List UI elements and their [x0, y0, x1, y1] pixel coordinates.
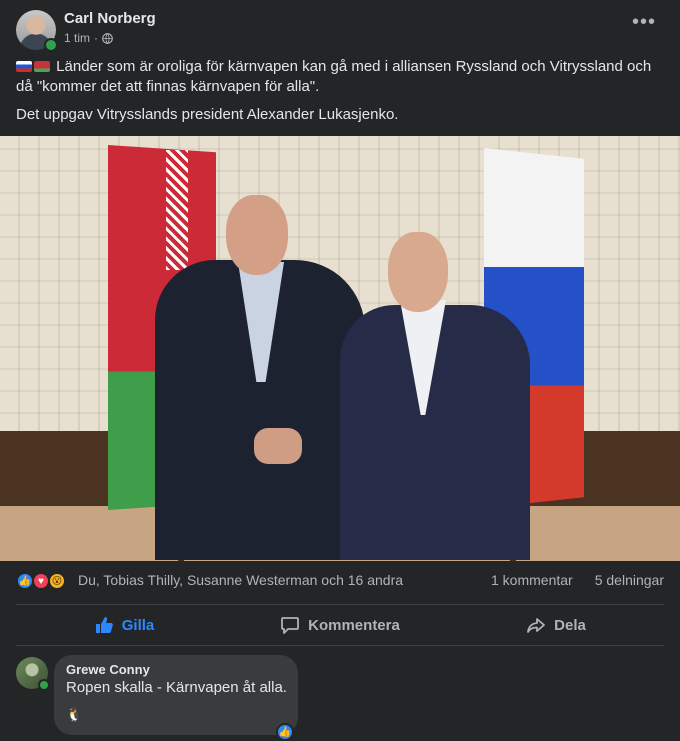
- handshake: [254, 428, 302, 464]
- like-button[interactable]: Gilla: [16, 606, 232, 644]
- reaction-icons[interactable]: 👍 ♥ 😮: [16, 572, 74, 590]
- post-time[interactable]: 1 tim: [64, 31, 90, 45]
- share-label: Dela: [554, 616, 586, 634]
- divider-bottom: [16, 645, 664, 646]
- share-icon: [527, 618, 546, 633]
- globe-icon: [102, 32, 113, 44]
- comment-author[interactable]: Grewe Conny: [66, 662, 150, 677]
- comment-label: Kommentera: [308, 616, 400, 634]
- more-options-button[interactable]: •••: [632, 12, 656, 32]
- comment-like-badge-icon[interactable]: 👍: [276, 723, 294, 741]
- thumbs-up-icon: [95, 617, 113, 633]
- post-paragraph-1: Länder som är oroliga för kärnvapen kan …: [16, 57, 656, 97]
- like-label: Gilla: [121, 616, 155, 634]
- meta-separator: ·: [94, 31, 99, 45]
- share-button[interactable]: Dela: [448, 606, 664, 644]
- post-meta: 1 tim ·: [64, 31, 113, 45]
- person-left-head: [226, 195, 288, 275]
- person-right-head: [388, 232, 448, 312]
- online-status-icon: [44, 38, 58, 52]
- comment-bubble: Grewe Conny Ropen skalla - Kärnvapen åt …: [54, 655, 298, 741]
- wow-reaction-icon: 😮: [48, 572, 66, 590]
- post-photo[interactable]: [0, 136, 680, 561]
- russia-flag-icon: [16, 61, 32, 72]
- divider-top: [16, 604, 664, 605]
- comment-icon: [281, 617, 300, 634]
- author-name[interactable]: Carl Norberg: [64, 10, 156, 27]
- comment-item: Grewe Conny Ropen skalla - Kärnvapen åt …: [16, 655, 664, 741]
- post-paragraph-2: Det uppgav Vitrysslands president Alexan…: [16, 106, 399, 123]
- belarus-flag-ornament: [166, 150, 188, 270]
- commenter-online-icon: [38, 679, 50, 691]
- comment-button[interactable]: Kommentera: [232, 606, 448, 644]
- reactions-bar: 👍 ♥ 😮 Du, Tobias Thilly, Susanne Westerm…: [16, 570, 664, 592]
- post-actions: Gilla Kommentera Dela: [16, 606, 664, 644]
- post-text: Länder som är oroliga för kärnvapen kan …: [16, 57, 656, 133]
- post-text-line-1: Länder som är oroliga för kärnvapen kan …: [16, 58, 652, 95]
- comments-count[interactable]: 1 kommentar: [491, 572, 573, 588]
- belarus-flag-icon: [34, 61, 50, 72]
- reaction-names[interactable]: Du, Tobias Thilly, Susanne Westerman och…: [78, 572, 403, 588]
- shares-count[interactable]: 5 delningar: [595, 572, 664, 588]
- penguin-emoji-icon: 🐧: [66, 707, 83, 722]
- comment-text: Ropen skalla - Kärnvapen åt alla.: [66, 679, 287, 696]
- post-header: Carl Norberg 1 tim · •••: [16, 10, 664, 52]
